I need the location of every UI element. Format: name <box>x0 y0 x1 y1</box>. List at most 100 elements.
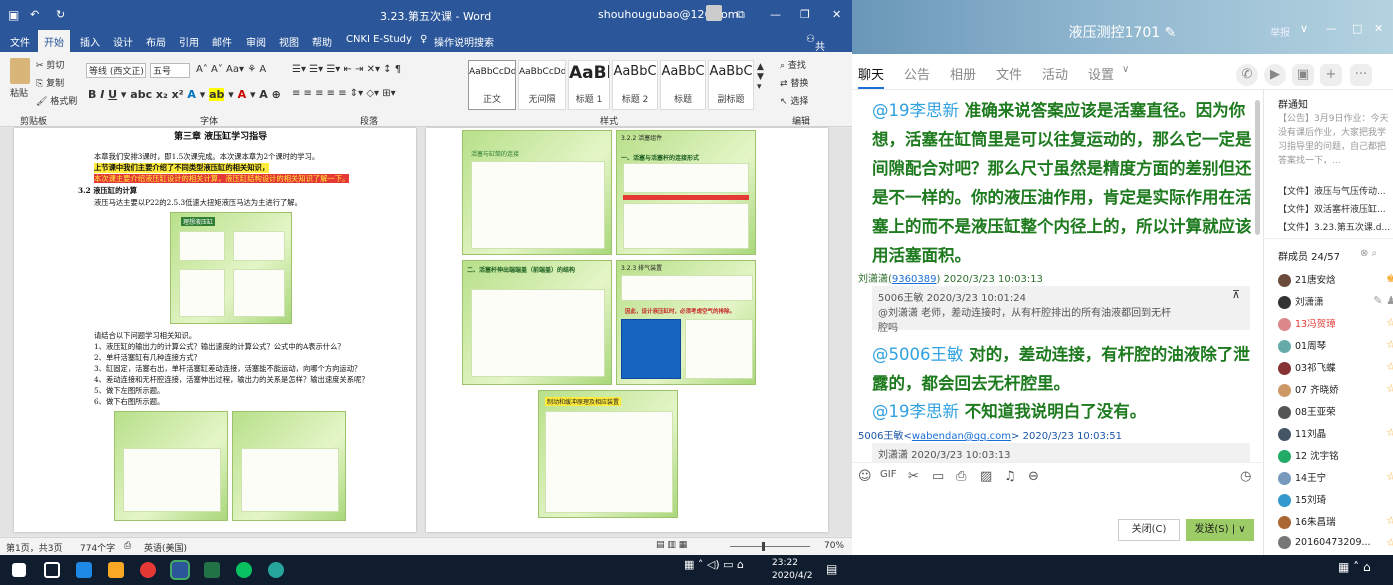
member-row[interactable]: 21唐安焓 ♚ <box>1278 272 1393 287</box>
clock-time[interactable]: 23:22 <box>772 558 798 568</box>
tab-activity[interactable]: 活动 <box>1042 64 1068 83</box>
member-row[interactable]: 刘潇潇 ✎ ♟ <box>1278 294 1393 309</box>
call-icon[interactable]: ✆ <box>1236 64 1258 86</box>
font-format-buttons[interactable]: B I U ▾ abc x₂ x² A ▾ ab ▾ A ▾ A ⊕ <box>88 88 281 101</box>
member-row[interactable]: 16朱昌瑞 ☆ <box>1278 514 1393 529</box>
file-2[interactable]: 【文件】双活塞杆液压缸... <box>1278 202 1392 215</box>
style-heading-2[interactable]: AaBbC 标题 2 <box>612 60 658 110</box>
page-1[interactable]: 第三章 液压缸学习指导 本章我们安排3课时，即1.5次课完成。本次课本章为2个课… <box>14 128 416 532</box>
find-button[interactable]: ⌕ 查找 <box>780 58 806 71</box>
member-name[interactable]: 14王宁 <box>1295 473 1326 484</box>
font-size-select[interactable]: 五号 <box>150 63 190 78</box>
font-size-buttons[interactable]: A˄ A˅ Aa▾ ⚘ A <box>196 64 266 75</box>
zoom-slider-thumb[interactable] <box>762 542 765 551</box>
format-painter-button[interactable]: 🖌 格式刷 <box>36 94 77 107</box>
share-button[interactable]: ⚇ 共享 <box>806 34 825 68</box>
notice-text[interactable]: 【公告】3月9日作业：今天没有课后作业，大家把我学习指导里的问题，自己都把答案找… <box>1278 112 1390 170</box>
file-3[interactable]: 【文件】3.23.第五次课.d... <box>1278 220 1392 233</box>
screen-share-icon[interactable]: ▣ <box>1292 64 1314 86</box>
ribbon-display-icon[interactable]: ⧉ <box>737 8 745 22</box>
start-icon[interactable] <box>12 563 26 577</box>
style-subtitle[interactable]: AaBbC 副标题 <box>708 60 754 110</box>
tab-review[interactable]: 审阅 <box>246 34 266 49</box>
view-buttons[interactable]: ▤ ▥ ▦ <box>656 540 687 550</box>
avatar[interactable] <box>1278 428 1291 441</box>
zoom-slider[interactable] <box>730 546 810 547</box>
avatar[interactable] <box>1278 274 1291 287</box>
paste-icon[interactable] <box>10 58 30 84</box>
sender-name[interactable]: 刘潇潇 <box>858 274 888 285</box>
tab-view[interactable]: 视图 <box>279 34 299 49</box>
member-name[interactable]: 13冯贺璋 <box>1295 319 1336 330</box>
avatar[interactable] <box>1278 494 1291 507</box>
member-row[interactable]: 15刘琦 <box>1278 492 1390 507</box>
minimize-icon[interactable]: — <box>770 8 781 21</box>
tab-file[interactable]: 文件 <box>10 34 30 49</box>
more-icon[interactable]: ··· <box>1350 64 1372 86</box>
member-row[interactable]: 07 齐晓娇 ☆ <box>1278 382 1393 397</box>
task-view-icon[interactable] <box>44 562 60 578</box>
add-app-icon[interactable]: + <box>1320 64 1342 86</box>
tab-home[interactable]: 开始 <box>38 30 70 52</box>
tab-references[interactable]: 引用 <box>179 34 199 49</box>
member-name[interactable]: 11刘晶 <box>1295 429 1326 440</box>
qq-minimize-icon[interactable]: — <box>1326 22 1337 35</box>
avatar[interactable] <box>1278 406 1291 419</box>
style-heading-1[interactable]: AaBl 标题 1 <box>568 60 610 110</box>
word-logo-icon[interactable]: ▣ <box>8 8 19 22</box>
member-name[interactable]: 20160473209... <box>1295 537 1371 548</box>
tab-insert[interactable]: 插入 <box>80 34 100 49</box>
edit-icon[interactable]: ✎ <box>1165 25 1177 41</box>
tab-design[interactable]: 设计 <box>113 34 133 49</box>
style-normal[interactable]: AaBbCcDd 正文 <box>468 60 516 110</box>
paste-label[interactable]: 粘贴 <box>10 86 28 99</box>
avatar[interactable] <box>1278 450 1291 463</box>
emoji-icon[interactable]: ☺ <box>858 469 872 484</box>
close-button[interactable]: 关闭(C) <box>1118 519 1180 541</box>
message-1[interactable]: @19李思新 准确来说答案应该是活塞直径。因为你想，活塞在缸筒里是可以往复运动的… <box>872 96 1257 270</box>
send-button[interactable]: 发送(S) | ∨ <box>1186 519 1254 541</box>
tell-me-search[interactable]: 操作说明搜索 <box>434 34 494 49</box>
screenshot-icon[interactable]: ✂ <box>908 469 919 484</box>
image-icon[interactable]: ▨ <box>980 469 992 484</box>
proofing-icon[interactable]: ⎙ <box>124 541 131 551</box>
avatar[interactable] <box>1278 384 1291 397</box>
tab-help[interactable]: 帮助 <box>312 34 332 49</box>
file-explorer-icon[interactable] <box>108 562 124 578</box>
member-name[interactable]: 21唐安焓 <box>1295 275 1336 286</box>
mention-1[interactable]: @19李思新 <box>872 101 959 120</box>
document-area[interactable]: 第三章 液压缸学习指导 本章我们安排3课时，即1.5次课完成。本次课本章为2个课… <box>0 128 852 536</box>
member-row[interactable]: 08王亚荣 <box>1278 404 1390 419</box>
member-name[interactable]: 01周琴 <box>1295 341 1326 352</box>
tab-album[interactable]: 相册 <box>950 64 976 83</box>
avatar[interactable] <box>1278 516 1291 529</box>
avatar[interactable] <box>1278 318 1291 331</box>
sender-name-2[interactable]: 5006王敏 <box>858 431 903 442</box>
mention-3[interactable]: @19李思新 <box>872 402 959 421</box>
language[interactable]: 英语(美国) <box>144 541 187 554</box>
styles-scroll-icon[interactable]: ▲ ▼ ▾ <box>757 62 764 92</box>
tab-files[interactable]: 文件 <box>996 64 1022 83</box>
notification-icon[interactable]: ▤ <box>826 562 837 576</box>
qq-close-icon[interactable]: ✕ <box>1374 22 1383 35</box>
list-buttons[interactable]: ☰▾ ☰▾ ☰▾ ⇤ ⇥ ✕▾ ↕ ¶ <box>292 64 401 75</box>
copy-button[interactable]: ⎘ 复制 <box>36 76 64 89</box>
select-button[interactable]: ↖ 选择 <box>780 94 808 107</box>
member-row[interactable]: 14王宁 ☆ <box>1278 470 1393 485</box>
sender-email[interactable]: wabendan@qq.com <box>912 431 1011 442</box>
redo-icon[interactable]: ↻ <box>56 8 65 21</box>
avatar[interactable] <box>1278 536 1291 549</box>
member-tools-icon[interactable]: ⊗ ⌕ <box>1360 248 1377 259</box>
member-name[interactable]: 07 齐晓娇 <box>1295 385 1339 396</box>
member-name[interactable]: 12 沈宇铭 <box>1295 451 1339 462</box>
close-icon[interactable]: ✕ <box>832 8 841 21</box>
chat-history[interactable]: @19李思新 准确来说答案应该是活塞直径。因为你想，活塞在缸筒里是可以往复运动的… <box>852 90 1262 462</box>
member-row[interactable]: 20160473209... ☆ <box>1278 536 1393 549</box>
account-avatar[interactable] <box>706 5 722 21</box>
file-send-icon[interactable]: ⎙ <box>956 469 966 484</box>
folder-icon[interactable]: ▭ <box>932 469 944 484</box>
maximize-icon[interactable]: ❐ <box>800 8 810 21</box>
avatar[interactable] <box>1278 296 1291 309</box>
member-name[interactable]: 08王亚荣 <box>1295 407 1336 418</box>
tab-mailings[interactable]: 邮件 <box>212 34 232 49</box>
